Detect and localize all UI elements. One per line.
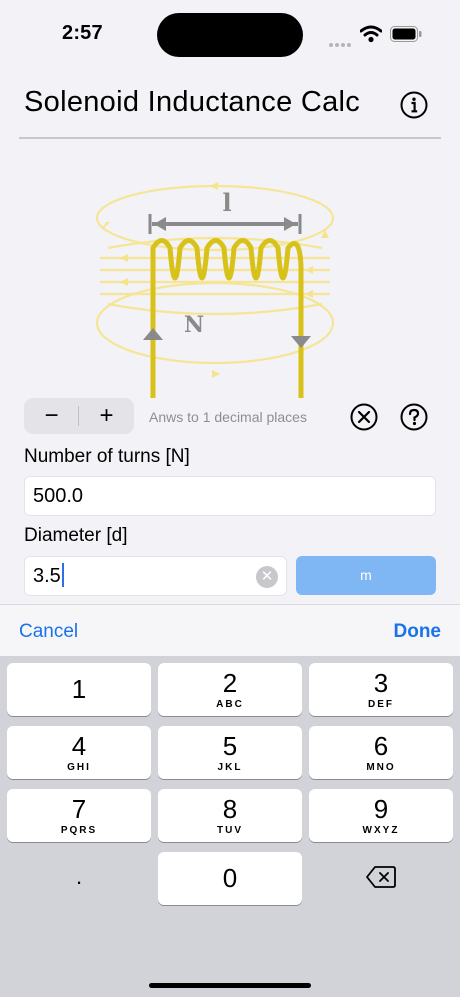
solenoid-diagram: l d N	[95, 182, 335, 398]
key-6[interactable]: 6 MNO	[309, 726, 453, 779]
key-label: 1	[71, 674, 87, 704]
key-3[interactable]: 3 DEF	[309, 663, 453, 716]
key-letters: TUV	[217, 825, 243, 836]
key-2[interactable]: 2 ABC	[158, 663, 302, 716]
key-label: 4	[71, 731, 87, 761]
key-label: 8	[222, 794, 238, 824]
key-letters: ABC	[216, 699, 244, 710]
key-letters: WXYZ	[362, 825, 400, 836]
battery-icon	[390, 26, 422, 42]
home-indicator	[149, 983, 311, 988]
keyboard-accessory-bar: Cancel Done	[0, 604, 460, 656]
turns-input-value: 500.0	[33, 485, 84, 507]
key-label: 2	[222, 668, 238, 698]
text-cursor	[61, 563, 64, 587]
turns-input[interactable]: 500.0	[24, 476, 436, 516]
key-9[interactable]: 9 WXYZ	[309, 789, 453, 842]
numeric-keypad: 1 2 ABC 3 DEF 4 GHI 5 JKL 6 MNO 7 PQRS 8…	[0, 656, 460, 997]
diameter-input-value: 3.5	[33, 565, 61, 587]
key-label: 0	[222, 863, 238, 893]
header-divider	[19, 137, 441, 139]
key-8[interactable]: 8 TUV	[158, 789, 302, 842]
decimal-stepper: − +	[24, 398, 134, 434]
key-letters: PQRS	[60, 825, 98, 836]
key-label: 9	[373, 794, 389, 824]
key-label: 7	[71, 794, 87, 824]
decrement-button[interactable]: −	[24, 398, 79, 434]
clear-all-icon[interactable]	[350, 403, 378, 431]
turns-label: N	[184, 312, 204, 338]
key-letters: JKL	[217, 762, 243, 773]
key-0[interactable]: 0	[158, 852, 302, 905]
increment-button[interactable]: +	[79, 398, 134, 434]
turns-field-label: Number of turns [N]	[24, 446, 190, 467]
backspace-key[interactable]	[309, 852, 453, 905]
decimal-places-label: Anws to 1 decimal places	[149, 409, 307, 425]
coil	[150, 238, 304, 398]
key-label: 5	[222, 731, 238, 761]
key-label: 6	[373, 731, 389, 761]
length-label: l	[222, 188, 231, 217]
status-time: 2:57	[62, 22, 103, 44]
page-title: Solenoid Inductance Calc	[24, 86, 361, 118]
unit-button[interactable]: m	[296, 556, 436, 595]
backspace-icon	[366, 866, 396, 888]
wifi-icon	[360, 25, 382, 43]
key-letters: MNO	[366, 762, 396, 773]
key-5[interactable]: 5 JKL	[158, 726, 302, 779]
key-letters: DEF	[368, 699, 394, 710]
key-7[interactable]: 7 PQRS	[7, 789, 151, 842]
key-letters: GHI	[67, 762, 91, 773]
key-label: 3	[373, 668, 389, 698]
cancel-button[interactable]: Cancel	[19, 621, 78, 643]
key-label: .	[75, 864, 83, 889]
done-button[interactable]: Done	[394, 621, 442, 643]
field-arrows	[102, 182, 329, 378]
key-1[interactable]: 1	[7, 663, 151, 716]
app-screen: 2:57 Solenoid Inductance Calc l N − + An…	[0, 0, 460, 604]
key-4[interactable]: 4 GHI	[7, 726, 151, 779]
dynamic-island	[157, 13, 303, 57]
cellular-icon	[329, 34, 353, 52]
diameter-field-label: Diameter [d]	[24, 525, 128, 546]
diameter-input[interactable]: 3.5	[24, 556, 287, 596]
info-icon[interactable]	[400, 91, 428, 119]
question-icon[interactable]	[400, 403, 428, 431]
field-clear-icon[interactable]: ✕	[256, 566, 278, 588]
key-decimal[interactable]: .	[7, 852, 151, 905]
